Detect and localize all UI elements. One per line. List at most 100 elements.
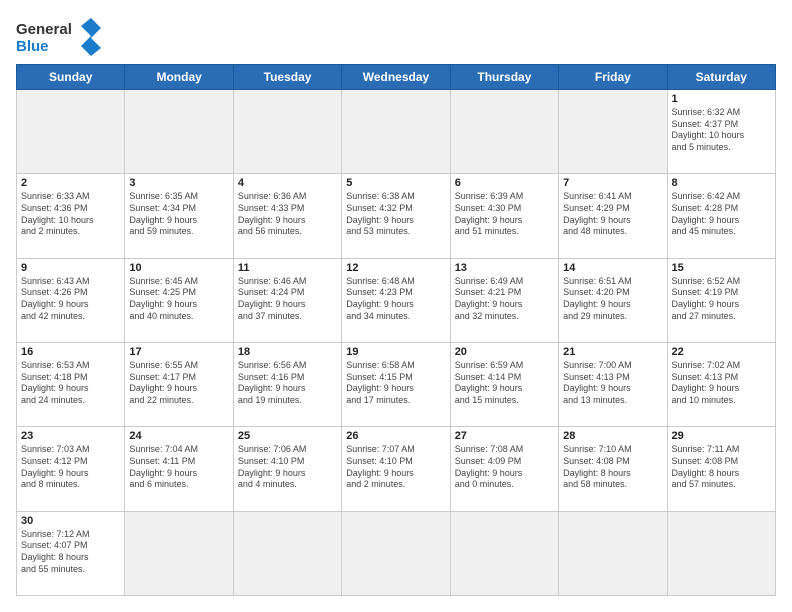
calendar-cell xyxy=(450,90,558,174)
day-number: 30 xyxy=(21,515,120,527)
calendar-cell: 26Sunrise: 7:07 AM Sunset: 4:10 PM Dayli… xyxy=(342,427,450,511)
day-number: 13 xyxy=(455,262,554,274)
calendar-cell: 19 Sunrise: 6:58 AM Sunset: 4:15 PM Dayli… xyxy=(342,342,450,426)
day-number: 28 xyxy=(563,430,662,442)
day-number: 10 xyxy=(129,262,228,274)
day-number: 5 xyxy=(346,177,445,189)
day-info: Sunrise: 6:33 AM Sunset: 4:36 PM Dayligh… xyxy=(21,191,94,236)
day-info: Sunrise: 7:11 AM Sunset: 4:08 PM Dayligh… xyxy=(672,444,740,489)
svg-text:General: General xyxy=(16,21,72,38)
day-number: 17 xyxy=(129,346,228,358)
logo-svg: General Blue xyxy=(16,16,106,56)
day-number: 4 xyxy=(238,177,337,189)
day-info: Sunrise: 6:46 AM Sunset: 4:24 PM Dayligh… xyxy=(238,276,307,321)
weekday-header-friday: Friday xyxy=(559,65,667,90)
header: General Blue xyxy=(16,16,776,56)
calendar-cell xyxy=(559,511,667,595)
day-info: Sunrise: 7:07 AM Sunset: 4:10 PM Dayligh… xyxy=(346,444,415,489)
day-number: 8 xyxy=(672,177,771,189)
day-number: 9 xyxy=(21,262,120,274)
calendar-cell xyxy=(559,90,667,174)
calendar-cell: 1Sunrise: 6:32 AM Sunset: 4:37 PM Daylig… xyxy=(667,90,775,174)
calendar-cell xyxy=(233,90,341,174)
weekday-header-sunday: Sunday xyxy=(17,65,125,90)
calendar-cell: 15Sunrise: 6:52 AM Sunset: 4:19 PM Dayli… xyxy=(667,258,775,342)
calendar-cell xyxy=(125,511,233,595)
calendar-cell: 21 Sunrise: 7:00 AM Sunset: 4:13 PM Dayli… xyxy=(559,342,667,426)
calendar-cell: 18 Sunrise: 6:56 AM Sunset: 4:16 PM Dayli… xyxy=(233,342,341,426)
day-number: 22 xyxy=(672,346,771,358)
day-info: Sunrise: 6:58 AM Sunset: 4:15 PM Dayligh… xyxy=(346,360,415,405)
day-info: Sunrise: 6:39 AM Sunset: 4:30 PM Dayligh… xyxy=(455,191,524,236)
day-number: 27 xyxy=(455,430,554,442)
day-number: 29 xyxy=(672,430,771,442)
calendar-cell: 12 Sunrise: 6:48 AM Sunset: 4:23 PM Dayli… xyxy=(342,258,450,342)
calendar-cell: 22 Sunrise: 7:02 AM Sunset: 4:13 PM Dayli… xyxy=(667,342,775,426)
day-number: 12 xyxy=(346,262,445,274)
day-number: 21 xyxy=(563,346,662,358)
calendar-cell: 4 Sunrise: 6:36 AM Sunset: 4:33 PM Daylig… xyxy=(233,174,341,258)
day-info: Sunrise: 6:43 AM Sunset: 4:26 PM Dayligh… xyxy=(21,276,90,321)
day-number: 19 xyxy=(346,346,445,358)
calendar-cell xyxy=(342,511,450,595)
day-info: Sunrise: 7:03 AM Sunset: 4:12 PM Dayligh… xyxy=(21,444,90,489)
day-info: Sunrise: 6:56 AM Sunset: 4:16 PM Dayligh… xyxy=(238,360,307,405)
page: General Blue SundayMondayTuesdayWednesda… xyxy=(0,0,792,612)
calendar-cell: 5 Sunrise: 6:38 AM Sunset: 4:32 PM Daylig… xyxy=(342,174,450,258)
day-info: Sunrise: 7:06 AM Sunset: 4:10 PM Dayligh… xyxy=(238,444,307,489)
calendar-cell: 28 Sunrise: 7:10 AM Sunset: 4:08 PM Dayli… xyxy=(559,427,667,511)
calendar-cell xyxy=(17,90,125,174)
day-info: Sunrise: 7:10 AM Sunset: 4:08 PM Dayligh… xyxy=(563,444,632,489)
calendar-cell: 17 Sunrise: 6:55 AM Sunset: 4:17 PM Dayli… xyxy=(125,342,233,426)
day-number: 25 xyxy=(238,430,337,442)
calendar-cell: 27 Sunrise: 7:08 AM Sunset: 4:09 PM Dayli… xyxy=(450,427,558,511)
day-info: Sunrise: 7:12 AM Sunset: 4:07 PM Dayligh… xyxy=(21,529,90,574)
logo: General Blue xyxy=(16,16,106,56)
day-number: 14 xyxy=(563,262,662,274)
weekday-header-wednesday: Wednesday xyxy=(342,65,450,90)
calendar-cell: 20Sunrise: 6:59 AM Sunset: 4:14 PM Dayli… xyxy=(450,342,558,426)
day-number: 18 xyxy=(238,346,337,358)
day-info: Sunrise: 6:55 AM Sunset: 4:17 PM Dayligh… xyxy=(129,360,198,405)
calendar-cell: 10 Sunrise: 6:45 AM Sunset: 4:25 PM Dayli… xyxy=(125,258,233,342)
calendar-cell xyxy=(125,90,233,174)
calendar-cell xyxy=(450,511,558,595)
calendar-cell: 25 Sunrise: 7:06 AM Sunset: 4:10 PM Dayli… xyxy=(233,427,341,511)
calendar-cell xyxy=(233,511,341,595)
calendar-cell xyxy=(667,511,775,595)
day-number: 7 xyxy=(563,177,662,189)
day-info: Sunrise: 6:45 AM Sunset: 4:25 PM Dayligh… xyxy=(129,276,198,321)
day-number: 24 xyxy=(129,430,228,442)
calendar-cell: 2Sunrise: 6:33 AM Sunset: 4:36 PM Daylig… xyxy=(17,174,125,258)
day-info: Sunrise: 7:08 AM Sunset: 4:09 PM Dayligh… xyxy=(455,444,524,489)
calendar-cell: 24 Sunrise: 7:04 AM Sunset: 4:11 PM Dayli… xyxy=(125,427,233,511)
weekday-header-saturday: Saturday xyxy=(667,65,775,90)
calendar-cell: 23 Sunrise: 7:03 AM Sunset: 4:12 PM Dayli… xyxy=(17,427,125,511)
calendar-table: SundayMondayTuesdayWednesdayThursdayFrid… xyxy=(16,64,776,596)
day-number: 15 xyxy=(672,262,771,274)
calendar-cell: 11 Sunrise: 6:46 AM Sunset: 4:24 PM Dayli… xyxy=(233,258,341,342)
weekday-header-monday: Monday xyxy=(125,65,233,90)
day-info: Sunrise: 6:38 AM Sunset: 4:32 PM Dayligh… xyxy=(346,191,415,236)
day-info: Sunrise: 6:48 AM Sunset: 4:23 PM Dayligh… xyxy=(346,276,415,321)
calendar-cell: 29 Sunrise: 7:11 AM Sunset: 4:08 PM Dayli… xyxy=(667,427,775,511)
day-info: Sunrise: 6:32 AM Sunset: 4:37 PM Dayligh… xyxy=(672,107,745,152)
calendar-cell: 6 Sunrise: 6:39 AM Sunset: 4:30 PM Daylig… xyxy=(450,174,558,258)
day-number: 23 xyxy=(21,430,120,442)
day-info: Sunrise: 6:51 AM Sunset: 4:20 PM Dayligh… xyxy=(563,276,632,321)
day-info: Sunrise: 6:59 AM Sunset: 4:14 PM Dayligh… xyxy=(455,360,524,405)
svg-text:Blue: Blue xyxy=(16,38,49,55)
day-number: 6 xyxy=(455,177,554,189)
weekday-header-thursday: Thursday xyxy=(450,65,558,90)
day-number: 11 xyxy=(238,262,337,274)
day-info: Sunrise: 7:04 AM Sunset: 4:11 PM Dayligh… xyxy=(129,444,198,489)
calendar-cell: 14 Sunrise: 6:51 AM Sunset: 4:20 PM Dayli… xyxy=(559,258,667,342)
day-info: Sunrise: 7:02 AM Sunset: 4:13 PM Dayligh… xyxy=(672,360,741,405)
day-number: 16 xyxy=(21,346,120,358)
day-info: Sunrise: 7:00 AM Sunset: 4:13 PM Dayligh… xyxy=(563,360,632,405)
calendar-cell: 7Sunrise: 6:41 AM Sunset: 4:29 PM Daylig… xyxy=(559,174,667,258)
day-info: Sunrise: 6:36 AM Sunset: 4:33 PM Dayligh… xyxy=(238,191,307,236)
day-info: Sunrise: 6:42 AM Sunset: 4:28 PM Dayligh… xyxy=(672,191,741,236)
weekday-header-tuesday: Tuesday xyxy=(233,65,341,90)
calendar-cell: 3Sunrise: 6:35 AM Sunset: 4:34 PM Daylig… xyxy=(125,174,233,258)
